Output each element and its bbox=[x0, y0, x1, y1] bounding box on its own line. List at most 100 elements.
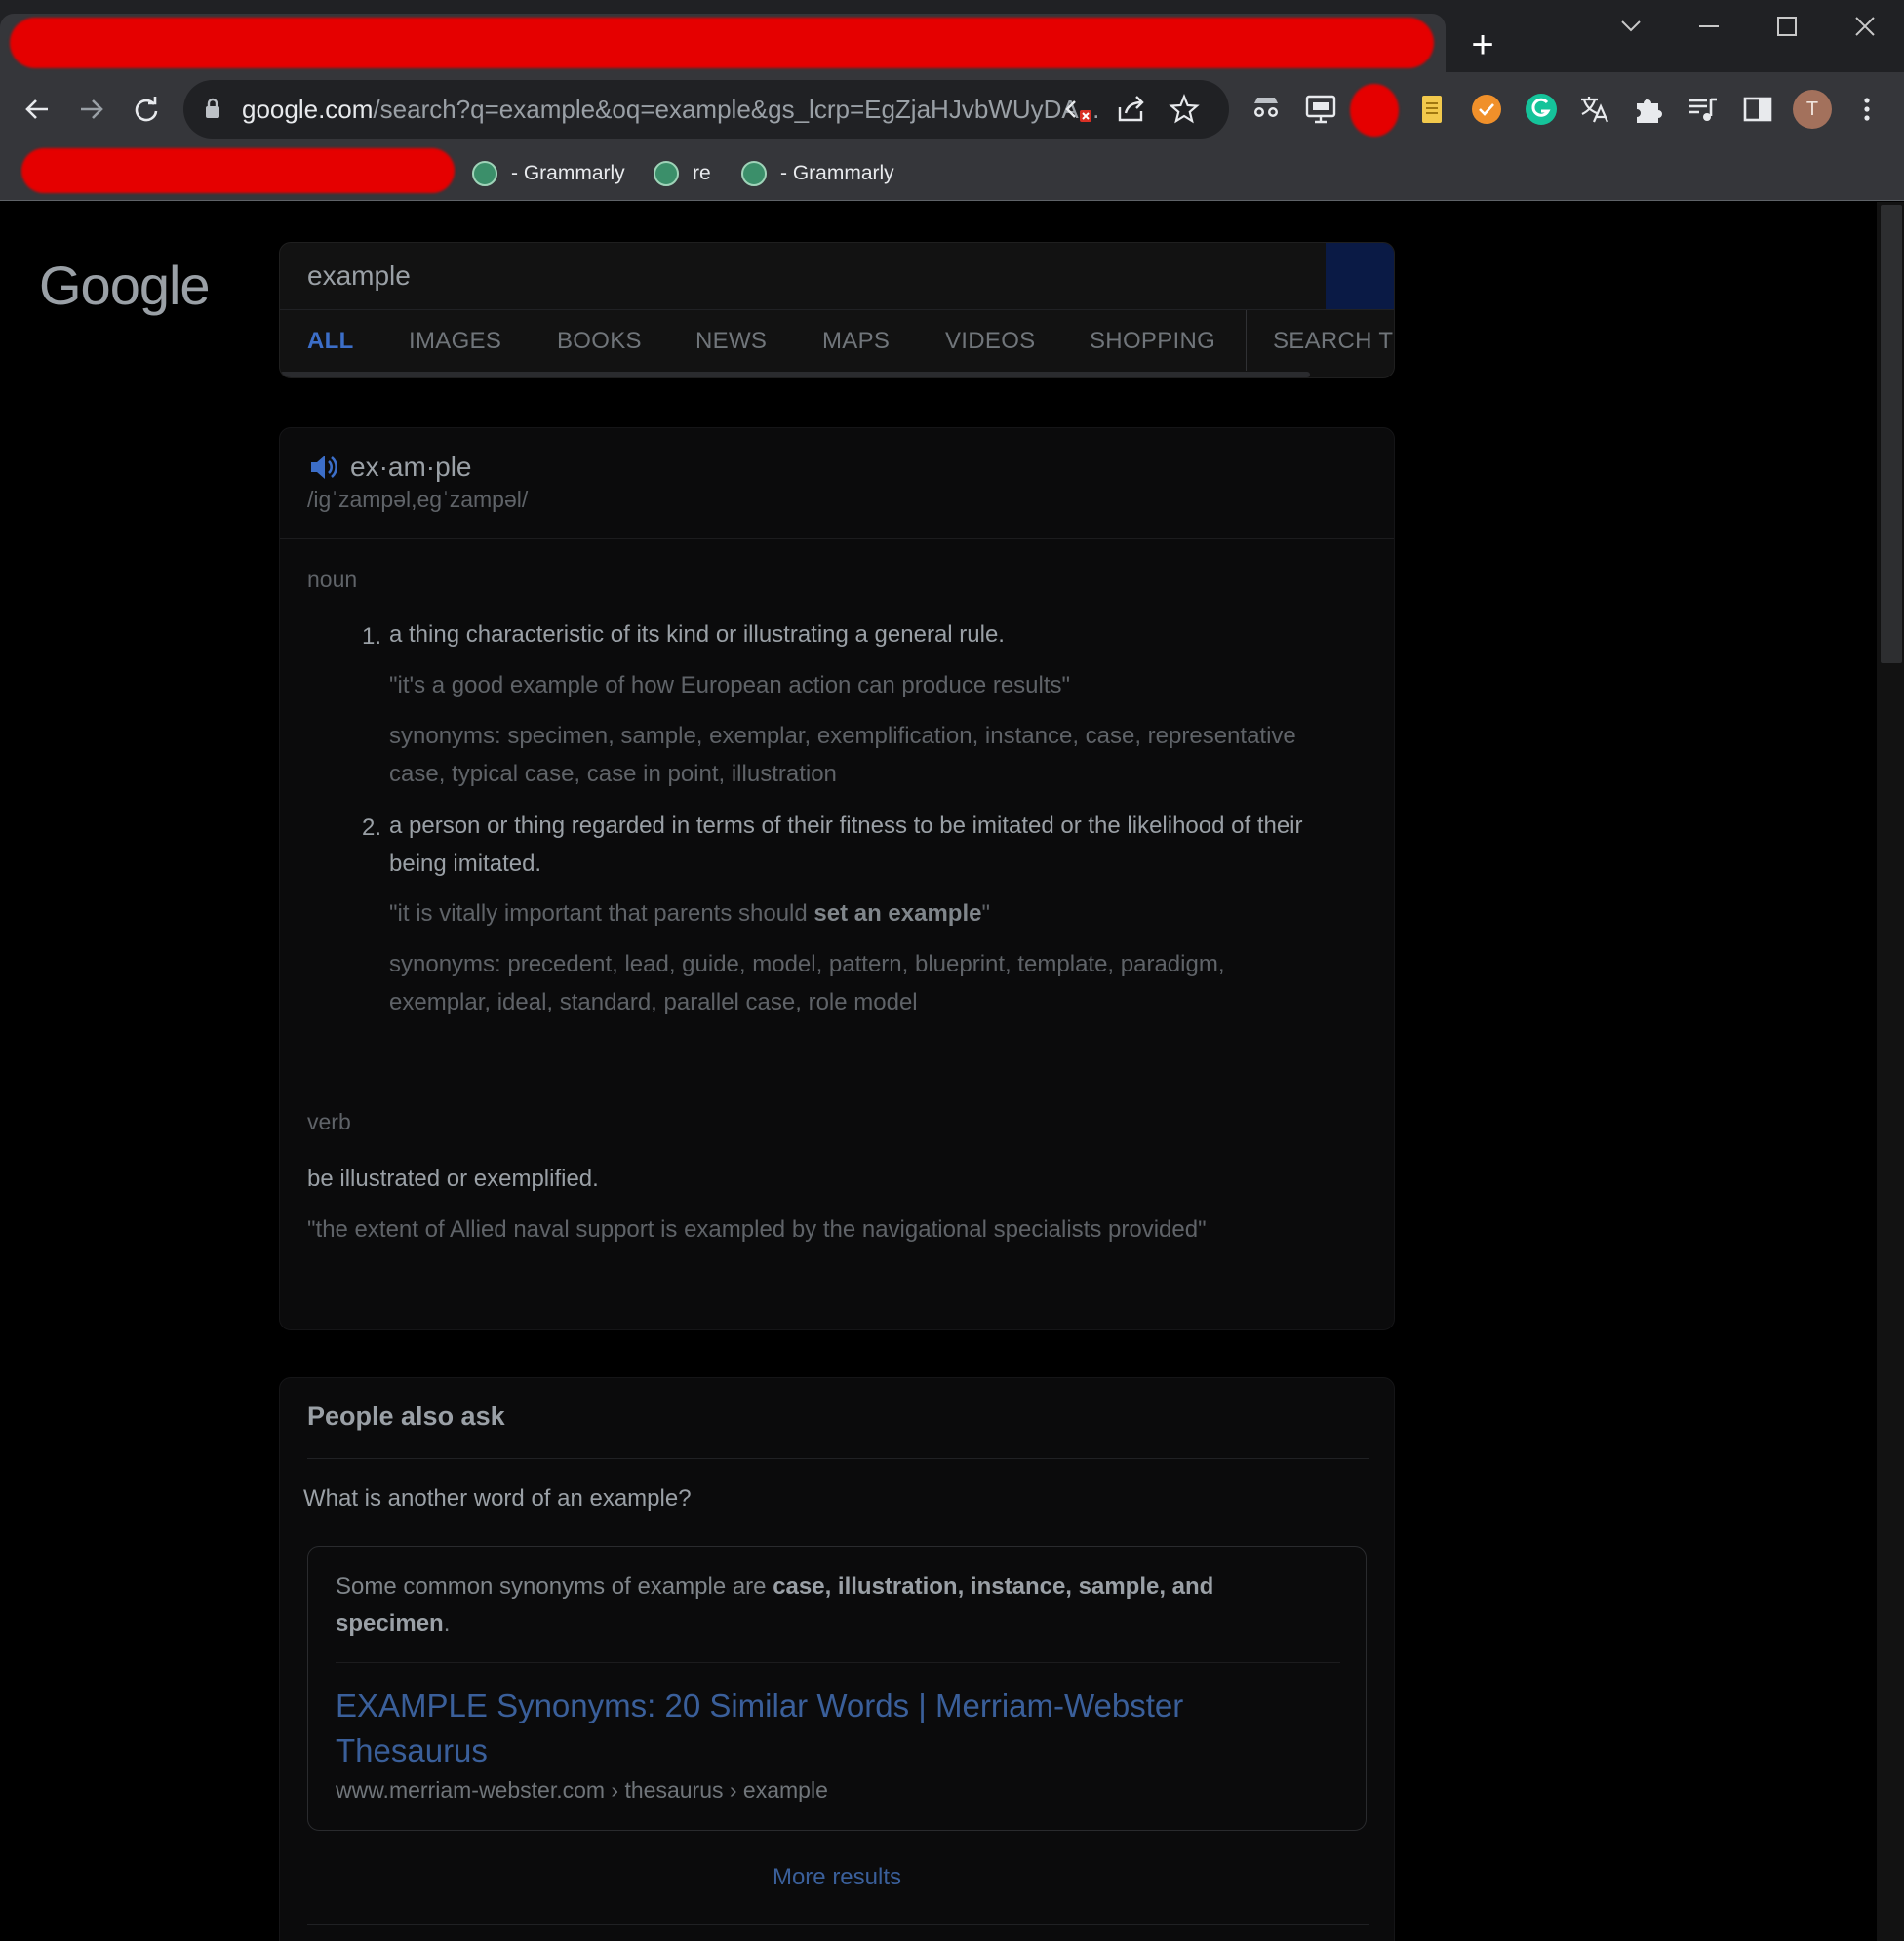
part-of-speech-verb: verb bbox=[307, 1109, 351, 1134]
url-text[interactable]: google.com/search?q=example&oq=example&g… bbox=[242, 95, 1099, 124]
grammarly-favicon bbox=[654, 161, 679, 186]
bookmarks-bar: - Grammarly re - Grammarly bbox=[0, 146, 1904, 201]
bookmark-label: - Grammarly bbox=[780, 162, 894, 184]
definition-text: a thing characteristic of its kind or il… bbox=[389, 621, 1005, 648]
tab-videos[interactable]: VIDEOS bbox=[945, 328, 1036, 355]
monitor-icon bbox=[1305, 95, 1336, 124]
extension-screen-button[interactable] bbox=[1303, 92, 1338, 127]
result-url: www.merriam-webster.com › thesaurus › ex… bbox=[336, 1777, 828, 1802]
code-blocked-icon bbox=[1065, 100, 1091, 122]
verb-definition: be illustrated or exemplified. bbox=[307, 1166, 599, 1192]
bookmark-item[interactable]: re bbox=[654, 157, 711, 190]
bookmark-label: - Grammarly bbox=[511, 162, 625, 184]
definition-synonyms: synonyms: precedent, lead, guide, model,… bbox=[389, 951, 1225, 1015]
star-icon bbox=[1169, 94, 1200, 124]
tab-search-tools[interactable]: SEARCH T bbox=[1273, 328, 1393, 355]
lock-icon bbox=[206, 98, 219, 118]
extension-spy-button[interactable] bbox=[1249, 92, 1284, 127]
bookmark-star-button[interactable] bbox=[1169, 94, 1200, 125]
code-blocked-button[interactable] bbox=[1063, 94, 1094, 125]
reload-icon bbox=[135, 97, 158, 122]
close-window-button[interactable] bbox=[1836, 6, 1894, 47]
grammarly-favicon bbox=[741, 161, 767, 186]
extension-notes-button[interactable] bbox=[1414, 92, 1449, 127]
tab-divider bbox=[1246, 310, 1247, 371]
tab-search-button[interactable] bbox=[1602, 6, 1660, 47]
grammarly-favicon bbox=[472, 161, 497, 186]
page-scrollbar-thumb[interactable] bbox=[1881, 205, 1902, 663]
bookmark-item[interactable]: - Grammarly bbox=[741, 157, 894, 190]
spy-glasses-icon bbox=[1254, 98, 1278, 117]
puzzle-icon bbox=[1637, 99, 1662, 123]
check-circle-icon bbox=[1472, 95, 1501, 124]
paa-question[interactable]: What is another word of an example? bbox=[303, 1485, 692, 1513]
share-button[interactable] bbox=[1116, 94, 1147, 125]
tab-news[interactable]: NEWS bbox=[695, 328, 767, 355]
answer-text: Some common synonyms of example are bbox=[336, 1573, 774, 1600]
extension-redacted-button[interactable] bbox=[1350, 84, 1399, 137]
url-host: google.com bbox=[242, 95, 374, 124]
side-panel-button[interactable] bbox=[1740, 92, 1775, 127]
notes-icon bbox=[1422, 96, 1442, 123]
extensions-menu-button[interactable] bbox=[1631, 92, 1666, 127]
tab-strip: + bbox=[0, 0, 1904, 72]
forward-button[interactable] bbox=[72, 90, 111, 129]
google-logo[interactable]: Google bbox=[39, 254, 211, 317]
people-also-ask-card: People also ask What is another word of … bbox=[279, 1377, 1395, 1941]
speaker-icon[interactable] bbox=[309, 454, 338, 481]
definition-text: a person or thing regarded in terms of t… bbox=[389, 812, 1303, 877]
paa-title: People also ask bbox=[307, 1402, 505, 1431]
grammarly-icon bbox=[1526, 94, 1557, 125]
extension-check-button[interactable] bbox=[1469, 92, 1504, 127]
verb-example: "the extent of Allied naval support is e… bbox=[307, 1216, 1207, 1243]
tab-maps[interactable]: MAPS bbox=[822, 328, 890, 355]
new-tab-button[interactable]: + bbox=[1463, 25, 1502, 64]
redacted-tab-title bbox=[10, 18, 1434, 68]
definition-example: "it is vitally important that parents sh… bbox=[389, 894, 1326, 932]
bookmark-item[interactable]: - Grammarly bbox=[472, 157, 625, 190]
paa-answer-box: Some common synonyms of example are case… bbox=[307, 1546, 1367, 1831]
translate-icon bbox=[1581, 97, 1609, 123]
divider bbox=[307, 1924, 1368, 1925]
media-controls-button[interactable] bbox=[1686, 92, 1721, 127]
side-panel-icon bbox=[1743, 97, 1772, 122]
reload-button[interactable] bbox=[127, 90, 166, 129]
redacted-bookmarks bbox=[21, 148, 455, 193]
search-button[interactable] bbox=[1326, 243, 1394, 309]
extension-translate-button[interactable] bbox=[1576, 92, 1611, 127]
tab-all[interactable]: ALL bbox=[307, 328, 354, 355]
dictionary-card: ex·am·ple /iɡˈzampəl,eɡˈzampəl/ noun 1. … bbox=[279, 427, 1395, 1330]
arrow-left-icon bbox=[25, 99, 48, 119]
tab-books[interactable]: BOOKS bbox=[557, 328, 642, 355]
redacted-extension-icon bbox=[1350, 84, 1399, 137]
browser-menu-button[interactable] bbox=[1849, 92, 1884, 127]
minimize-button[interactable] bbox=[1680, 6, 1738, 47]
more-results-link[interactable]: More results bbox=[280, 1864, 1394, 1891]
dictionary-word: ex·am·ple bbox=[350, 452, 472, 482]
result-link[interactable]: EXAMPLE Synonyms: 20 Similar Words | Mer… bbox=[336, 1684, 1311, 1773]
divider bbox=[336, 1662, 1340, 1663]
maximize-button[interactable] bbox=[1758, 6, 1816, 47]
url-path: /search?q=example&oq=example&gs_lcrp=EgZ… bbox=[373, 95, 1100, 124]
profile-initial: T bbox=[1805, 99, 1819, 120]
extension-grammarly-button[interactable] bbox=[1524, 92, 1559, 127]
example-text: " bbox=[981, 900, 991, 927]
close-icon bbox=[1855, 17, 1875, 36]
profile-avatar[interactable]: T bbox=[1793, 90, 1832, 129]
tab-images[interactable]: IMAGES bbox=[409, 328, 501, 355]
paa-answer-text: Some common synonyms of example are case… bbox=[336, 1568, 1311, 1643]
answer-highlight: case, illustration, instance, sample, an… bbox=[773, 1573, 1214, 1600]
minimize-icon bbox=[1699, 25, 1719, 27]
bookmark-label: re bbox=[693, 162, 711, 184]
definition-example: "it's a good example of how European act… bbox=[389, 672, 1071, 698]
tabs-scrollbar[interactable] bbox=[280, 372, 1310, 377]
address-bar[interactable]: google.com/search?q=example&oq=example&g… bbox=[183, 80, 1229, 139]
phonetic: /iɡˈzampəl,eɡˈzampəl/ bbox=[307, 487, 529, 512]
search-input[interactable]: example bbox=[307, 260, 411, 292]
active-tab[interactable] bbox=[0, 14, 1446, 72]
back-button[interactable] bbox=[18, 90, 57, 129]
part-of-speech-noun: noun bbox=[307, 567, 358, 592]
example-text: "it is vitally important that parents sh… bbox=[389, 900, 814, 927]
arrow-right-icon bbox=[81, 99, 103, 119]
tab-shopping[interactable]: SHOPPING bbox=[1090, 328, 1215, 355]
